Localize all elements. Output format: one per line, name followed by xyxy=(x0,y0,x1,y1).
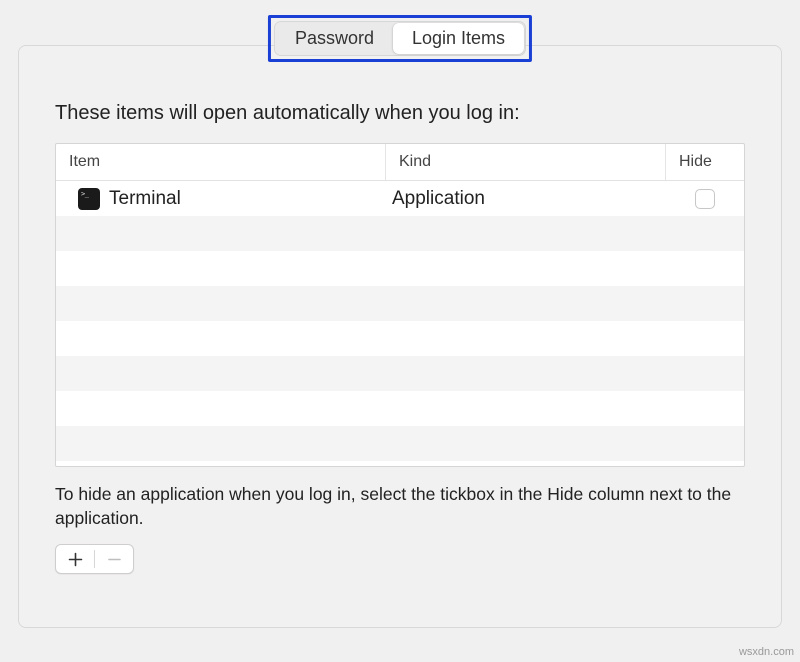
minus-icon xyxy=(107,552,122,567)
settings-panel: These items will open automatically when… xyxy=(18,45,782,628)
help-text: To hide an application when you log in, … xyxy=(55,483,745,530)
plus-icon xyxy=(68,552,83,567)
tab-password[interactable]: Password xyxy=(276,23,393,54)
column-header-hide[interactable]: Hide xyxy=(666,144,744,180)
tab-segmented-control: Password Login Items xyxy=(274,21,526,56)
watermark: wsxdn.com xyxy=(739,646,794,658)
cell-kind: Application xyxy=(386,188,666,210)
login-items-table: Item Kind Hide Terminal Application xyxy=(55,143,745,467)
column-header-item[interactable]: Item xyxy=(56,144,386,180)
table-row[interactable] xyxy=(56,356,744,391)
table-row[interactable]: Terminal Application xyxy=(56,181,744,216)
intro-text: These items will open automatically when… xyxy=(55,102,745,125)
table-body: Terminal Application xyxy=(56,181,744,461)
table-row[interactable] xyxy=(56,251,744,286)
cell-item: Terminal xyxy=(56,188,386,210)
add-remove-button-group xyxy=(55,544,134,574)
remove-button[interactable] xyxy=(95,545,133,573)
tab-login-items[interactable]: Login Items xyxy=(393,23,524,54)
hide-checkbox[interactable] xyxy=(695,189,715,209)
terminal-icon xyxy=(78,188,100,210)
table-row[interactable] xyxy=(56,321,744,356)
table-header: Item Kind Hide xyxy=(56,144,744,181)
item-name: Terminal xyxy=(109,188,181,210)
table-row[interactable] xyxy=(56,286,744,321)
column-header-kind[interactable]: Kind xyxy=(386,144,666,180)
tab-highlight-box: Password Login Items xyxy=(268,15,532,62)
table-row[interactable] xyxy=(56,391,744,426)
table-row[interactable] xyxy=(56,426,744,461)
table-row[interactable] xyxy=(56,216,744,251)
add-button[interactable] xyxy=(56,545,94,573)
cell-hide xyxy=(666,189,744,209)
